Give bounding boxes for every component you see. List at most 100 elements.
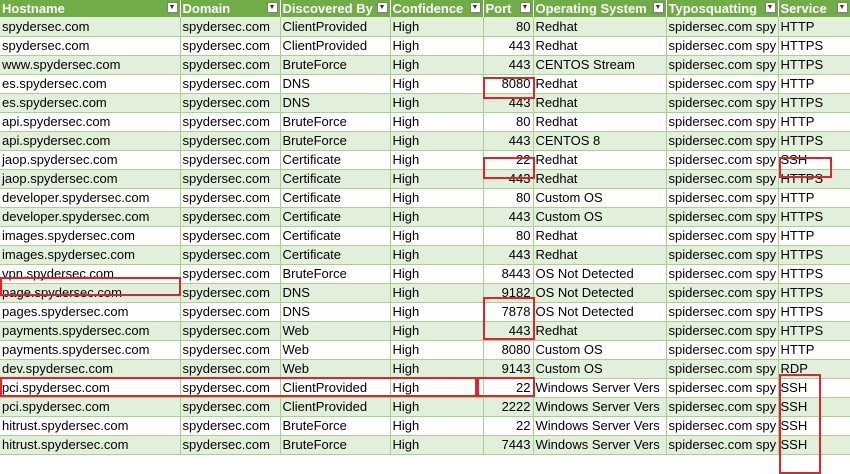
- cell-domain[interactable]: spydersec.com: [180, 340, 281, 360]
- cell-discovered-by[interactable]: DNS: [280, 74, 391, 94]
- cell-typosquatting[interactable]: spidersec.com spy: [666, 435, 779, 455]
- cell-domain[interactable]: spydersec.com: [180, 435, 281, 455]
- cell-confidence[interactable]: High: [390, 112, 484, 132]
- cell-confidence[interactable]: High: [390, 435, 484, 455]
- cell-domain[interactable]: spydersec.com: [180, 55, 281, 75]
- cell-hostname[interactable]: hitrust.spydersec.com: [0, 416, 181, 436]
- filter-dropdown-icon[interactable]: ▼: [764, 2, 776, 13]
- cell-operating-system[interactable]: Windows Server Vers: [533, 378, 667, 398]
- cell-discovered-by[interactable]: ClientProvided: [280, 17, 391, 37]
- cell-confidence[interactable]: High: [390, 17, 484, 37]
- cell-port[interactable]: 7878: [483, 302, 534, 322]
- cell-typosquatting[interactable]: spidersec.com spy: [666, 416, 779, 436]
- cell-discovered-by[interactable]: BruteForce: [280, 55, 391, 75]
- cell-hostname[interactable]: vpn.spydersec.com: [0, 264, 181, 284]
- cell-service[interactable]: SSH: [778, 150, 850, 170]
- cell-port[interactable]: 443: [483, 245, 534, 265]
- cell-typosquatting[interactable]: spidersec.com spy: [666, 397, 779, 417]
- cell-operating-system[interactable]: Custom OS: [533, 207, 667, 227]
- filter-dropdown-icon[interactable]: ▼: [469, 2, 481, 13]
- cell-hostname[interactable]: es.spydersec.com: [0, 74, 181, 94]
- cell-confidence[interactable]: High: [390, 397, 484, 417]
- cell-service[interactable]: SSH: [778, 435, 850, 455]
- cell-typosquatting[interactable]: spidersec.com spy: [666, 359, 779, 379]
- cell-discovered-by[interactable]: ClientProvided: [280, 36, 391, 56]
- cell-hostname[interactable]: images.spydersec.com: [0, 226, 181, 246]
- cell-hostname[interactable]: page.spydersec.com: [0, 283, 181, 303]
- cell-discovered-by[interactable]: Web: [280, 359, 391, 379]
- cell-confidence[interactable]: High: [390, 378, 484, 398]
- cell-operating-system[interactable]: CENTOS Stream: [533, 55, 667, 75]
- cell-confidence[interactable]: High: [390, 340, 484, 360]
- cell-domain[interactable]: spydersec.com: [180, 74, 281, 94]
- cell-discovered-by[interactable]: BruteForce: [280, 112, 391, 132]
- cell-confidence[interactable]: High: [390, 245, 484, 265]
- cell-service[interactable]: HTTP: [778, 17, 850, 37]
- cell-service[interactable]: HTTP: [778, 112, 850, 132]
- cell-hostname[interactable]: spydersec.com: [0, 36, 181, 56]
- cell-service[interactable]: HTTPS: [778, 55, 850, 75]
- cell-operating-system[interactable]: Custom OS: [533, 359, 667, 379]
- cell-typosquatting[interactable]: spidersec.com spy: [666, 150, 779, 170]
- cell-hostname[interactable]: developer.spydersec.com: [0, 207, 181, 227]
- cell-port[interactable]: 8443: [483, 264, 534, 284]
- cell-hostname[interactable]: hitrust.spydersec.com: [0, 435, 181, 455]
- cell-confidence[interactable]: High: [390, 150, 484, 170]
- cell-domain[interactable]: spydersec.com: [180, 226, 281, 246]
- cell-domain[interactable]: spydersec.com: [180, 264, 281, 284]
- cell-confidence[interactable]: High: [390, 36, 484, 56]
- filter-dropdown-icon[interactable]: ▼: [836, 2, 848, 13]
- cell-domain[interactable]: spydersec.com: [180, 283, 281, 303]
- cell-confidence[interactable]: High: [390, 264, 484, 284]
- cell-hostname[interactable]: pci.spydersec.com: [0, 397, 181, 417]
- cell-typosquatting[interactable]: spidersec.com spy: [666, 93, 779, 113]
- cell-service[interactable]: RDP: [778, 359, 850, 379]
- cell-port[interactable]: 2222: [483, 397, 534, 417]
- cell-port[interactable]: 443: [483, 131, 534, 151]
- cell-port[interactable]: 8080: [483, 74, 534, 94]
- cell-domain[interactable]: spydersec.com: [180, 17, 281, 37]
- cell-confidence[interactable]: High: [390, 207, 484, 227]
- cell-hostname[interactable]: dev.spydersec.com: [0, 359, 181, 379]
- cell-typosquatting[interactable]: spidersec.com spy: [666, 169, 779, 189]
- cell-operating-system[interactable]: Custom OS: [533, 340, 667, 360]
- cell-typosquatting[interactable]: spidersec.com spy: [666, 226, 779, 246]
- cell-discovered-by[interactable]: Web: [280, 321, 391, 341]
- cell-port[interactable]: 443: [483, 169, 534, 189]
- cell-hostname[interactable]: developer.spydersec.com: [0, 188, 181, 208]
- cell-service[interactable]: HTTP: [778, 188, 850, 208]
- cell-typosquatting[interactable]: spidersec.com spy: [666, 131, 779, 151]
- cell-port[interactable]: 80: [483, 188, 534, 208]
- cell-operating-system[interactable]: Redhat: [533, 169, 667, 189]
- cell-discovered-by[interactable]: Certificate: [280, 226, 391, 246]
- cell-operating-system[interactable]: Redhat: [533, 150, 667, 170]
- cell-domain[interactable]: spydersec.com: [180, 321, 281, 341]
- cell-operating-system[interactable]: Custom OS: [533, 188, 667, 208]
- cell-confidence[interactable]: High: [390, 131, 484, 151]
- cell-port[interactable]: 8080: [483, 340, 534, 360]
- cell-domain[interactable]: spydersec.com: [180, 188, 281, 208]
- cell-hostname[interactable]: jaop.spydersec.com: [0, 150, 181, 170]
- cell-service[interactable]: SSH: [778, 378, 850, 398]
- cell-domain[interactable]: spydersec.com: [180, 416, 281, 436]
- cell-hostname[interactable]: www.spydersec.com: [0, 55, 181, 75]
- filter-dropdown-icon[interactable]: ▼: [519, 2, 531, 13]
- cell-typosquatting[interactable]: spidersec.com spy: [666, 245, 779, 265]
- cell-discovered-by[interactable]: DNS: [280, 283, 391, 303]
- cell-operating-system[interactable]: Redhat: [533, 112, 667, 132]
- cell-domain[interactable]: spydersec.com: [180, 131, 281, 151]
- cell-service[interactable]: HTTPS: [778, 169, 850, 189]
- cell-service[interactable]: HTTP: [778, 74, 850, 94]
- cell-typosquatting[interactable]: spidersec.com spy: [666, 112, 779, 132]
- filter-dropdown-icon[interactable]: ▼: [166, 2, 178, 13]
- cell-hostname[interactable]: pages.spydersec.com: [0, 302, 181, 322]
- cell-operating-system[interactable]: OS Not Detected: [533, 264, 667, 284]
- cell-port[interactable]: 22: [483, 416, 534, 436]
- cell-domain[interactable]: spydersec.com: [180, 397, 281, 417]
- cell-discovered-by[interactable]: DNS: [280, 93, 391, 113]
- cell-port[interactable]: 22: [483, 150, 534, 170]
- cell-domain[interactable]: spydersec.com: [180, 169, 281, 189]
- cell-operating-system[interactable]: Redhat: [533, 226, 667, 246]
- cell-typosquatting[interactable]: spidersec.com spy: [666, 188, 779, 208]
- cell-discovered-by[interactable]: BruteForce: [280, 264, 391, 284]
